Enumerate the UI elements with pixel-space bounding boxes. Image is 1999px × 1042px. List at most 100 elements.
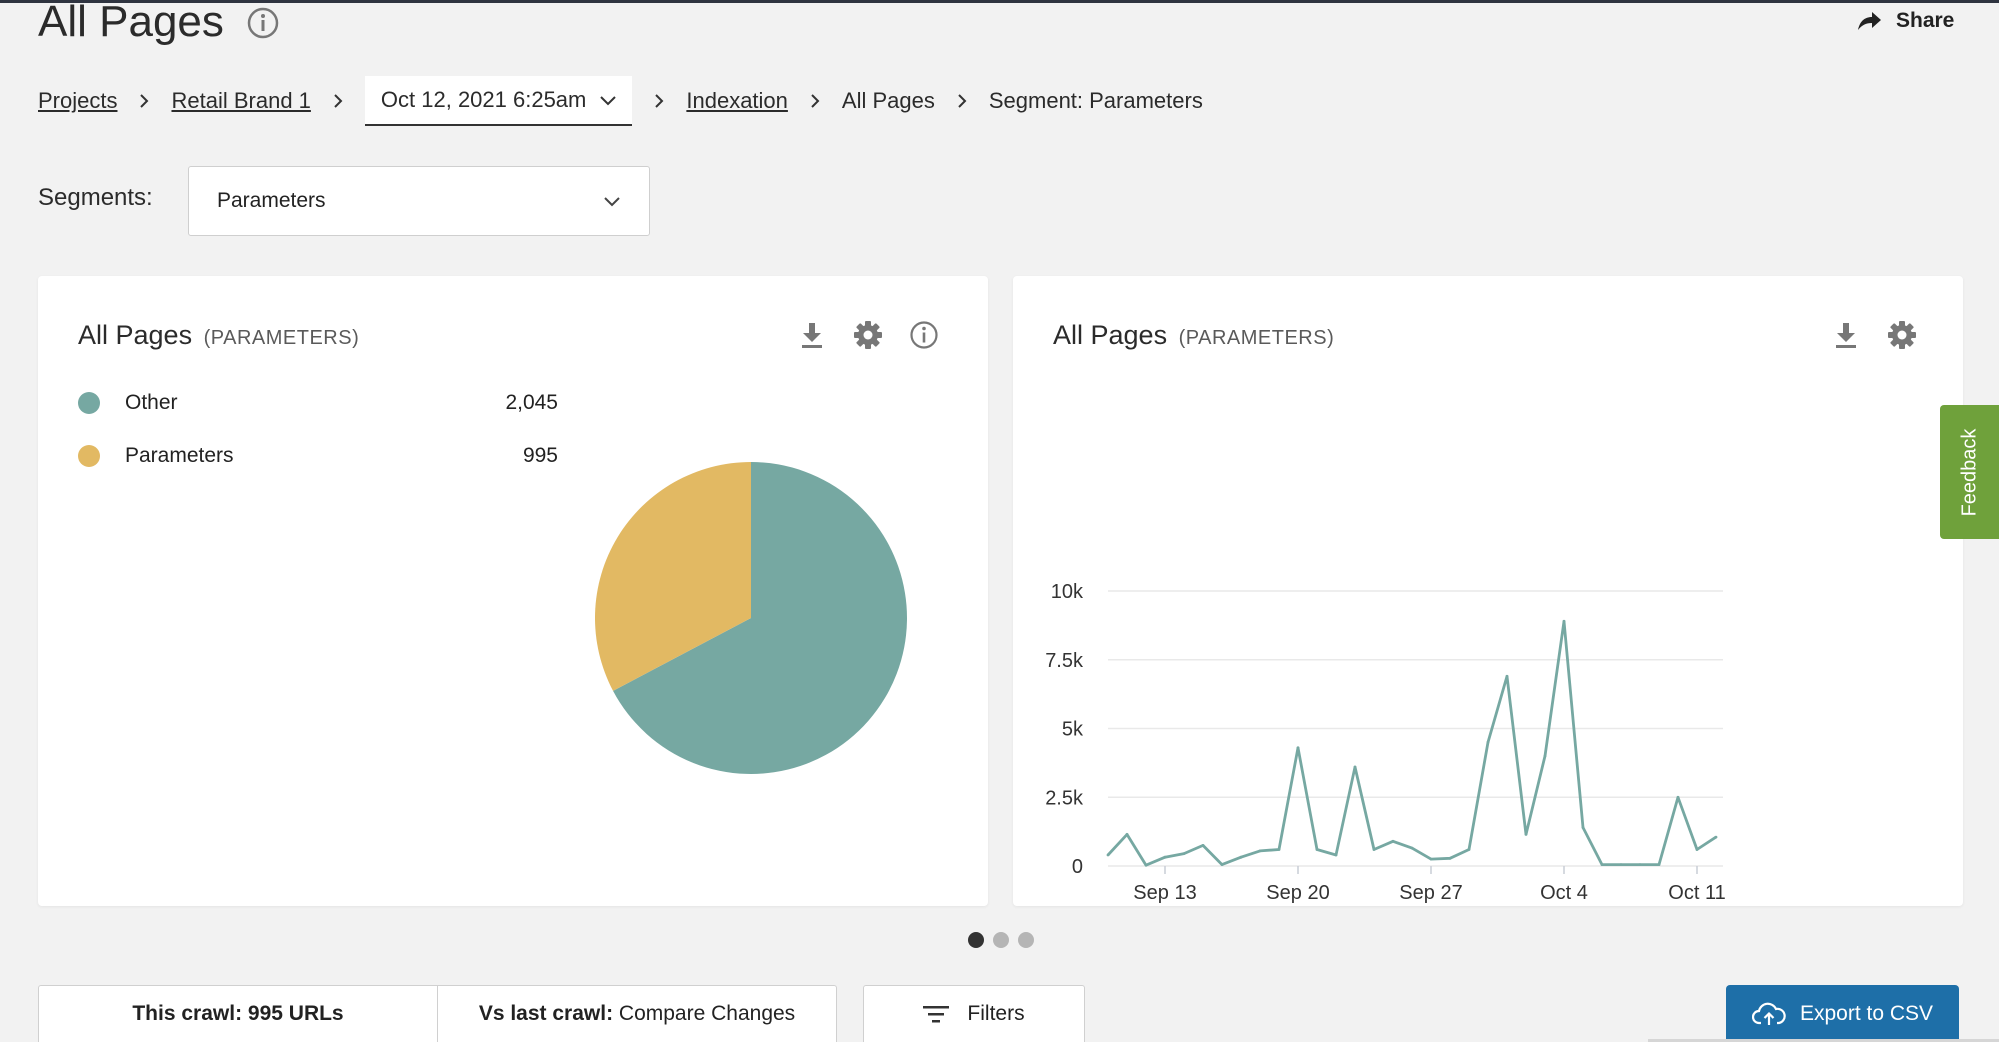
pie-chart-card: All Pages (PARAMETERS) Other 2,045 Param…	[38, 276, 988, 906]
data-point	[1391, 839, 1395, 843]
data-point	[1258, 849, 1262, 853]
share-label: Share	[1896, 9, 1955, 32]
segments-label: Segments:	[38, 184, 153, 211]
vs-last-label: Vs last crawl:	[478, 1002, 614, 1025]
this-crawl-tab[interactable]: This crawl: 995 URLs	[39, 986, 437, 1042]
download-icon[interactable]	[1831, 320, 1861, 350]
data-point	[1505, 674, 1509, 678]
download-icon[interactable]	[797, 320, 827, 350]
legend-value: 995	[522, 444, 558, 467]
data-point	[1144, 863, 1148, 867]
line-card-subtitle: (PARAMETERS)	[1178, 327, 1335, 349]
data-point	[1315, 848, 1319, 851]
chevron-right-icon	[811, 94, 820, 108]
data-point	[1334, 853, 1338, 857]
pie-card-title-text: All Pages	[78, 320, 193, 350]
info-icon[interactable]	[246, 6, 280, 40]
line-card-title-text: All Pages	[1053, 320, 1168, 350]
x-tick-label: Sep 20	[1266, 882, 1329, 904]
data-point	[1562, 619, 1566, 623]
line-chart-card: 0 2.5k 5k 7.5k 10k Sep 13 Sep 20 Sep 27 Oct 4 Oct…	[1013, 276, 1963, 906]
feedback-tab[interactable]: Feedback	[1940, 405, 1999, 539]
gear-icon[interactable]	[1887, 320, 1917, 350]
crawl-date-dropdown[interactable]: Oct 12, 2021 6:25am	[364, 76, 633, 126]
series-line-all-pages[interactable]	[1106, 619, 1717, 867]
data-point	[1467, 848, 1471, 851]
gear-icon[interactable]	[853, 320, 883, 350]
data-point	[1182, 852, 1186, 856]
chevron-right-icon	[140, 94, 149, 108]
feedback-label: Feedback	[1958, 428, 1980, 516]
data-point	[1619, 863, 1623, 867]
pie-card-subtitle: (PARAMETERS)	[203, 327, 360, 349]
legend-label: Parameters	[125, 444, 234, 467]
legend-item-other[interactable]: Other 2,045	[78, 388, 558, 418]
segments-selected-value: Parameters	[217, 189, 326, 212]
legend-label: Other	[125, 391, 178, 414]
data-point	[1695, 848, 1699, 851]
line-chart: 0 2.5k 5k 7.5k 10k Sep 13 Sep 20 Sep 27 Oct 4 Oct…	[1045, 581, 1726, 904]
data-point	[1638, 863, 1642, 867]
chevron-right-icon	[655, 94, 664, 108]
y-tick-label: 0	[1072, 856, 1083, 878]
filters-button[interactable]: Filters	[863, 985, 1085, 1042]
breadcrumb-projects[interactable]: Projects	[38, 88, 117, 114]
data-point	[1600, 863, 1604, 867]
legend-swatch	[78, 392, 100, 414]
crawl-date-label: Oct 12, 2021 6:25am	[380, 87, 587, 112]
segments-select[interactable]: Parameters	[188, 166, 650, 236]
cloud-upload-icon	[1751, 1002, 1786, 1025]
x-tick-label: Sep 13	[1133, 882, 1196, 904]
data-point	[1448, 856, 1452, 860]
pie-chart	[595, 462, 907, 774]
share-button[interactable]: Share	[1856, 8, 1954, 34]
carousel-dot[interactable]	[993, 932, 1009, 948]
data-point	[1220, 863, 1224, 867]
legend-item-parameters[interactable]: Parameters 995	[78, 441, 558, 471]
y-tick-label: 2.5k	[1045, 787, 1084, 809]
data-point	[1125, 832, 1129, 836]
crawl-toggle: This crawl: 995 URLs Vs last crawl: Comp…	[38, 985, 837, 1042]
share-arrow-icon	[1858, 12, 1881, 30]
chevron-down-icon	[604, 197, 620, 207]
y-tick-label: 10k	[1051, 581, 1084, 603]
data-point	[1657, 863, 1661, 867]
data-point	[1277, 848, 1281, 851]
data-point	[1239, 855, 1243, 859]
this-crawl-value: 995 URLs	[247, 1002, 344, 1025]
data-point	[1353, 765, 1357, 769]
breadcrumb: Projects Retail Brand 1 Oct 12, 2021 6:2…	[38, 76, 1203, 126]
x-tick-label: Oct 11	[1668, 882, 1725, 904]
chevron-down-icon	[600, 96, 617, 106]
filter-icon	[923, 1006, 950, 1023]
data-point	[1524, 832, 1528, 836]
page-title: All Pages	[38, 0, 224, 46]
breadcrumb-indexation[interactable]: Indexation	[686, 88, 788, 114]
data-point	[1714, 835, 1718, 839]
info-icon[interactable]	[909, 320, 939, 350]
chevron-right-icon	[334, 94, 343, 108]
data-point	[1676, 795, 1680, 799]
breadcrumb-project[interactable]: Retail Brand 1	[171, 88, 310, 114]
line-card-title: All Pages (PARAMETERS)	[1053, 320, 1334, 351]
legend-swatch	[78, 445, 100, 467]
carousel-dot[interactable]	[1018, 932, 1034, 948]
vs-last-crawl-tab[interactable]: Vs last crawl: Compare Changes	[437, 986, 836, 1042]
vs-last-value: Compare Changes	[618, 1002, 796, 1025]
export-csv-button[interactable]: Export to CSV	[1726, 985, 1959, 1042]
data-point	[1201, 843, 1205, 847]
data-point	[1486, 740, 1490, 744]
y-tick-label: 5k	[1062, 719, 1084, 741]
filters-label: Filters	[967, 1002, 1025, 1025]
breadcrumb-segment: Segment: Parameters	[988, 88, 1203, 113]
legend-value: 2,045	[505, 391, 558, 414]
chevron-right-icon	[958, 94, 967, 108]
top-border	[0, 0, 1999, 3]
breadcrumb-all-pages: All Pages	[841, 88, 935, 113]
pie-card-title: All Pages (PARAMETERS)	[78, 320, 359, 351]
data-point	[1372, 848, 1376, 851]
x-tick-label: Sep 27	[1399, 882, 1462, 904]
data-point	[1106, 853, 1110, 857]
data-point	[1410, 846, 1414, 850]
carousel-dot[interactable]	[968, 932, 984, 948]
